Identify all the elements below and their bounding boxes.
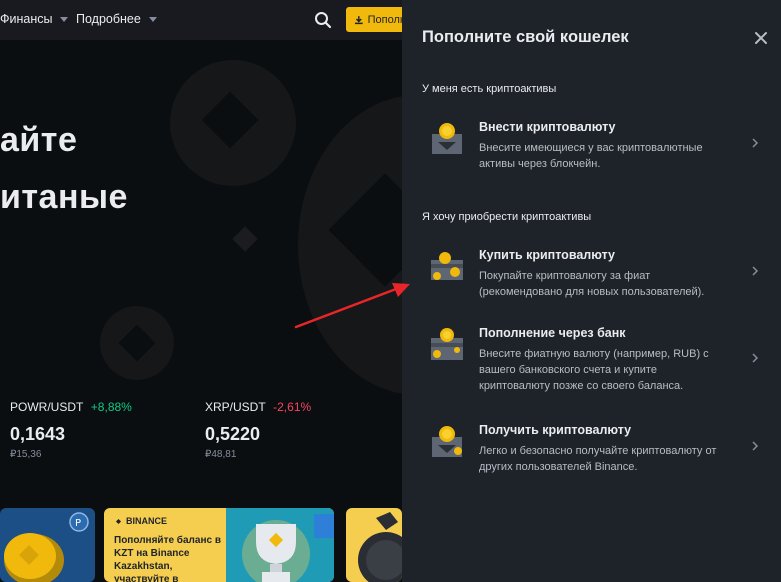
hero-section: айте итаные POWR/USDT +8,88% 0,1643 ₽15,… [0,40,402,490]
drawer-title: Пополните свой кошелек [422,28,629,46]
option-buy-crypto[interactable]: Купить криптовалюту Покупайте криптовалю… [422,248,769,300]
ticker-price: 0,5220 [205,424,261,444]
option-deposit-crypto[interactable]: Внести криптовалюту Внесите имеющиеся у … [422,120,769,172]
search-icon[interactable] [314,11,332,29]
option-title: Получить криптовалюту [479,423,632,437]
deposit-crypto-icon [432,123,462,154]
ticker-fiat-price: ₽48,81 [205,449,237,460]
ticker-change: +8,88% [90,400,132,414]
chevron-right-icon [752,266,759,276]
deposit-button-label: Пополн [367,13,406,26]
ticker-change: -2,61% [273,400,312,414]
close-icon[interactable] [753,30,769,46]
banner-brand-label: BINANCE [126,516,168,526]
ticker-xrp[interactable]: XRP/USDT -2,61% 0,5220 ₽48,81 [205,398,311,460]
option-description: Покупайте криптовалюту за фиат (рекоменд… [479,270,705,298]
coin-illustration-icon: P [4,512,89,582]
chevron-right-icon [752,138,759,148]
option-description: Внесите имеющиеся у вас криптовалютные а… [479,142,703,170]
chevron-down-icon [60,16,69,22]
option-title: Пополнение через банк [479,326,626,340]
option-title: Купить криптовалюту [479,248,615,262]
hero-title: айте итаные [0,112,128,226]
section-label-want-crypto: Я хочу приобрести криптоактивы [422,211,592,223]
hero-title-line: айте [0,121,78,159]
binance-logo: BINANCE [114,516,167,526]
hero-title-line: итаные [0,178,128,216]
chevron-right-icon [752,353,759,363]
buy-crypto-icon [431,252,463,280]
bank-deposit-icon [431,328,463,360]
option-description: Легко и безопасно получайте криптовалюту… [479,445,717,473]
option-title: Внести криптовалюту [479,120,616,134]
nav-item-finance[interactable]: Финансы [0,12,69,26]
banner-text: Пополняйте баланс в KZT на Binance Kazak… [114,535,221,582]
promo-banner-third[interactable] [346,508,402,582]
promo-banner-coin[interactable]: P [0,508,95,582]
ticker-pair: XRP/USDT [205,400,266,414]
shield-illustration-icon [358,512,402,582]
svg-text:P: P [75,518,81,529]
nav-item-label: Финансы [0,12,53,26]
ticker-pair: POWR/USDT [10,400,84,414]
section-label-have-crypto: У меня есть криптоактивы [422,83,557,95]
trophy-illustration-icon [226,508,334,582]
ticker-fiat-price: ₽15,36 [10,449,42,460]
ticker-price: 0,1643 [10,424,66,444]
decorative-diamond [232,226,258,252]
download-icon [354,15,363,24]
chevron-down-icon [148,16,157,22]
receive-crypto-icon [432,426,462,457]
chevron-right-icon [752,441,759,451]
option-bank-deposit[interactable]: Пополнение через банк Внесите фиатную ва… [422,326,769,394]
promo-banner-kzt[interactable]: BINANCE Пополняйте баланс в KZT на Binan… [104,508,334,582]
top-navigation: Финансы Подробнее Пополн [0,0,406,40]
nav-item-label: Подробнее [76,12,141,26]
deposit-button[interactable]: Пополн [346,7,406,32]
option-description: Внесите фиатную валюту (например, RUB) с… [479,348,709,392]
option-receive-crypto[interactable]: Получить криптовалюту Легко и безопасно … [422,423,769,475]
ticker-powr[interactable]: POWR/USDT +8,88% 0,1643 ₽15,36 [10,398,132,460]
deposit-drawer: Пополните свой кошелек У меня есть крипт… [402,0,781,582]
nav-item-more[interactable]: Подробнее [76,12,157,26]
binance-logo-icon [115,518,122,524]
